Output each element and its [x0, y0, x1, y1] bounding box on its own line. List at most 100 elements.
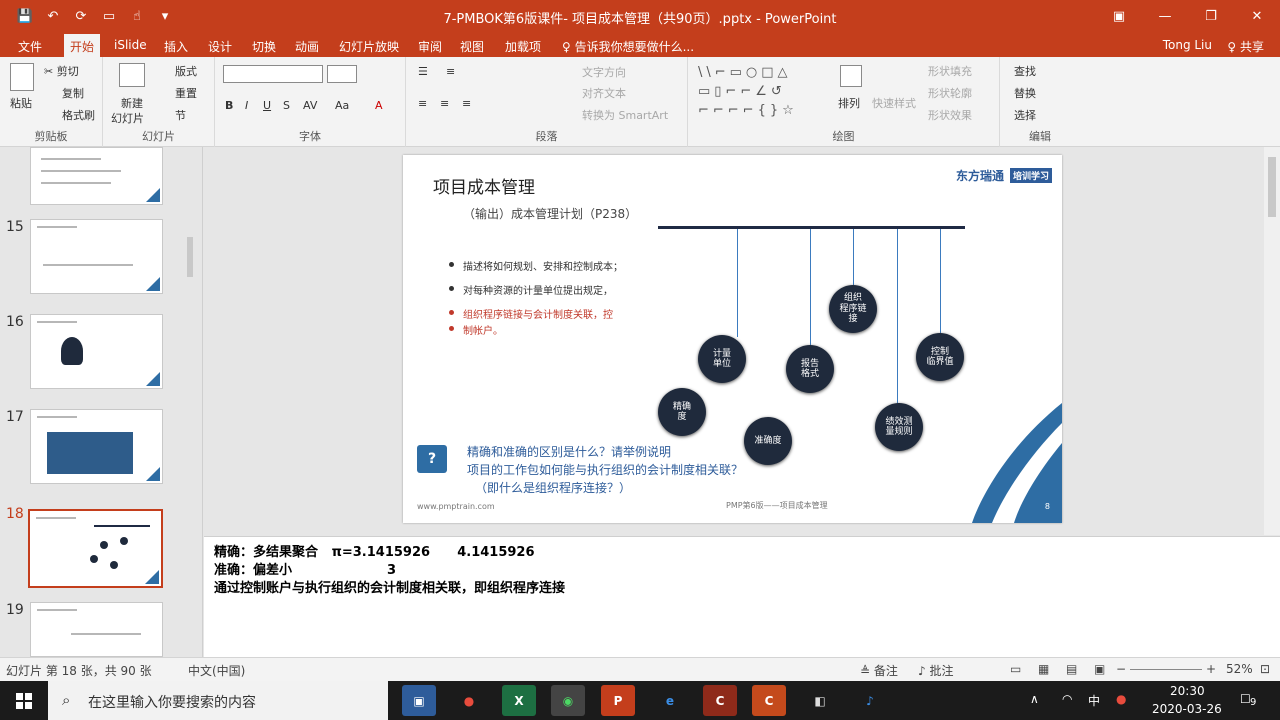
tab-animations[interactable]: 动画	[295, 36, 319, 57]
question-text[interactable]: 精确和准确的区别是什么？请举例说明	[467, 443, 671, 460]
ime-indicator[interactable]: 中	[1088, 692, 1100, 709]
slide-thumbnail[interactable]	[30, 602, 163, 657]
copy-button[interactable]: 复制	[62, 85, 84, 101]
zoom-level[interactable]: 52%	[1226, 662, 1253, 676]
scrollbar-thumb[interactable]	[1268, 157, 1276, 217]
char-spacing-icon[interactable]: AV	[303, 99, 317, 112]
node-accuracy[interactable]: 准确度	[744, 417, 792, 465]
shape-effects-button[interactable]: 形状效果	[928, 107, 972, 123]
select-button[interactable]: 选择	[1014, 107, 1036, 123]
editor-scrollbar[interactable]	[1264, 147, 1280, 535]
slide-subtitle[interactable]: （输出）成本管理计划（P238）	[463, 205, 637, 222]
tab-home[interactable]: 开始	[64, 34, 101, 57]
paste-icon[interactable]	[10, 63, 34, 91]
question-text[interactable]: 项目的工作包如何能与执行组织的会计制度相关联？	[467, 461, 743, 478]
note-line[interactable]: 准确：偏差小 3	[214, 559, 396, 578]
language-indicator[interactable]: 中文(中国)	[188, 662, 245, 679]
antivirus-icon[interactable]: ●	[1116, 692, 1126, 706]
change-case-icon[interactable]: Aa	[335, 99, 349, 112]
slide-thumbnail[interactable]	[30, 219, 163, 294]
scrollbar-thumb[interactable]	[187, 237, 193, 277]
align-left-icon[interactable]: ≡	[418, 97, 427, 110]
slide-canvas[interactable]: 项目成本管理 （输出）成本管理计划（P238） 东方瑞通 培训学习 描述将如何规…	[403, 155, 1062, 523]
taskbar-app-music-icon[interactable]: ♪	[853, 685, 887, 716]
tell-me-search[interactable]: ♀ 告诉我你想要做什么...	[562, 38, 694, 55]
taskbar-app-generic-icon[interactable]: ◧	[803, 685, 837, 716]
taskbar-app-file-explorer-icon[interactable]: ▣	[402, 685, 436, 716]
tab-islide[interactable]: iSlide	[114, 36, 147, 54]
share-button[interactable]: ♀ 共享	[1227, 38, 1264, 55]
bold-icon[interactable]: B	[225, 99, 233, 112]
note-line[interactable]: 精确：多结果聚合 π=3.1415926 4.1415926	[214, 541, 535, 560]
arrange-icon[interactable]	[840, 65, 862, 87]
taskbar-search[interactable]: ⌕ 在这里输入你要搜索的内容	[48, 681, 388, 720]
taskbar-app-powerpoint-icon[interactable]: P	[601, 685, 635, 716]
align-right-icon[interactable]: ≡	[462, 97, 471, 110]
reset-button[interactable]: 重置	[175, 85, 197, 101]
bullet-item-cont[interactable]: 制帐户。	[449, 322, 503, 337]
new-slide-button[interactable]: 新建	[121, 95, 143, 111]
normal-view-icon[interactable]: ▭	[1010, 662, 1021, 676]
shapes-gallery[interactable]: \\⌐▭○□△ ▭▯⌐⌐∠↺ ⌐⌐⌐⌐{}☆	[698, 63, 828, 119]
quick-styles-button[interactable]: 快速样式	[872, 95, 916, 111]
reading-view-icon[interactable]: ▤	[1066, 662, 1077, 676]
maximize-button[interactable]: ❐	[1188, 0, 1234, 33]
tab-slideshow[interactable]: 幻灯片放映	[339, 36, 399, 57]
taskbar-app-camtasia2-icon[interactable]: C	[752, 685, 786, 716]
align-text-button[interactable]: 对齐文本	[582, 85, 626, 101]
shape-outline-button[interactable]: 形状轮廓	[928, 85, 972, 101]
arrange-button[interactable]: 排列	[838, 95, 860, 111]
zoom-out-icon[interactable]: −	[1116, 662, 1126, 676]
node-performance-rules[interactable]: 绩效测 量规则	[875, 403, 923, 451]
paste-button[interactable]: 粘贴	[10, 95, 32, 111]
cut-button[interactable]: ✂ 剪切	[44, 63, 79, 79]
find-button[interactable]: 查找	[1014, 63, 1036, 79]
node-measure-unit[interactable]: 计量 单位	[698, 335, 746, 383]
show-hidden-icons[interactable]: ∧	[1030, 692, 1039, 706]
note-line[interactable]: 通过控制账户与执行组织的会计制度相关联，即组织程序连接	[214, 577, 565, 596]
thumbnails-scrollbar[interactable]	[184, 157, 196, 652]
notes-toggle[interactable]: ≜ 备注	[860, 662, 898, 679]
slide-thumbnail[interactable]	[30, 147, 163, 205]
shape-fill-button[interactable]: 形状填充	[928, 63, 972, 79]
close-button[interactable]: ✕	[1234, 0, 1280, 33]
clock-date[interactable]: 2020-03-26	[1152, 702, 1222, 716]
slide-thumbnail-selected[interactable]	[28, 509, 163, 588]
slide-sorter-icon[interactable]: ▦	[1038, 662, 1049, 676]
node-precision[interactable]: 精确度	[658, 388, 706, 436]
zoom-in-icon[interactable]: +	[1206, 662, 1216, 676]
font-name-combo[interactable]	[223, 65, 323, 83]
tab-insert[interactable]: 插入	[164, 36, 188, 57]
layout-button[interactable]: 版式	[175, 63, 197, 79]
user-name[interactable]: Tong Liu	[1163, 38, 1212, 52]
font-size-combo[interactable]	[327, 65, 357, 83]
tab-review[interactable]: 审阅	[418, 36, 442, 57]
taskbar-app-wechat-icon[interactable]: ◉	[551, 685, 585, 716]
tab-file[interactable]: 文件	[18, 36, 42, 57]
network-icon[interactable]: ◠	[1062, 692, 1072, 706]
tab-view[interactable]: 视图	[460, 36, 484, 57]
search-placeholder[interactable]: 在这里输入你要搜索的内容	[88, 692, 256, 712]
format-painter-button[interactable]: 格式刷	[62, 107, 95, 123]
taskbar-app-camtasia-icon[interactable]: C	[703, 685, 737, 716]
fit-to-window-icon[interactable]: ⊡	[1260, 662, 1270, 676]
replace-button[interactable]: 替换	[1014, 85, 1036, 101]
windows-start-icon[interactable]	[0, 681, 48, 720]
ribbon-display-options-icon[interactable]: ▣	[1096, 0, 1142, 33]
comments-toggle[interactable]: ♪ 批注	[918, 662, 953, 679]
notes-pane[interactable]: 精确：多结果聚合 π=3.1415926 4.1415926 准确：偏差小 3 …	[204, 536, 1280, 657]
slide-thumbnail[interactable]	[30, 409, 163, 484]
underline-icon[interactable]: U	[263, 99, 271, 112]
bullet-item[interactable]: 描述将如何规划、安排和控制成本；	[449, 258, 623, 273]
zoom-slider[interactable]	[1130, 669, 1202, 670]
minimize-button[interactable]: —	[1142, 0, 1188, 33]
text-direction-button[interactable]: 文字方向	[582, 64, 626, 80]
bullet-item[interactable]: 组织程序链接与会计制度关联，控	[449, 306, 613, 321]
question-text[interactable]: （即什么是组织程序连接？）	[475, 479, 631, 496]
tab-transitions[interactable]: 切换	[252, 36, 276, 57]
new-slide-icon[interactable]	[119, 63, 145, 87]
align-center-icon[interactable]: ≡	[440, 97, 449, 110]
shadow-icon[interactable]: S	[283, 99, 290, 112]
tab-addins[interactable]: 加载项	[505, 36, 541, 57]
taskbar-app-excel-icon[interactable]: X	[502, 685, 536, 716]
